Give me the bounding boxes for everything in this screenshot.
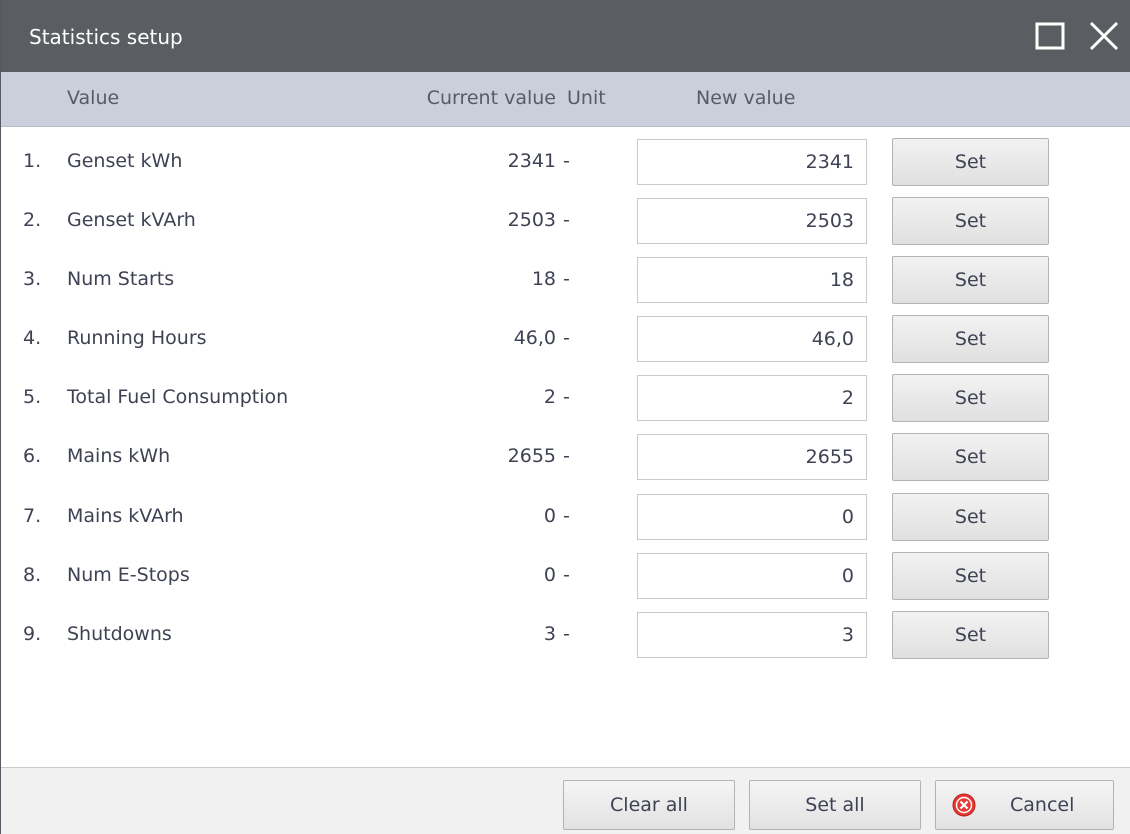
row-name: Total Fuel Consumption: [67, 386, 289, 409]
row-number: 7.: [23, 504, 42, 527]
header-new-value: New value: [696, 87, 796, 109]
row-unit: -: [563, 327, 570, 350]
new-value-input[interactable]: [637, 257, 867, 304]
clear-all-button[interactable]: Clear all: [563, 780, 735, 830]
maximize-icon[interactable]: [1033, 18, 1069, 54]
row-current-value: 18: [531, 268, 556, 291]
new-value-input[interactable]: [637, 139, 867, 185]
row-current-value: 0: [543, 504, 556, 527]
table-row: 5. Total Fuel Consumption 2 - Set: [1, 367, 1130, 426]
row-name: Shutdowns: [67, 622, 172, 645]
row-unit: -: [563, 445, 570, 468]
dialog-title: Statistics setup: [29, 25, 183, 49]
set-button[interactable]: Set: [892, 138, 1049, 186]
row-unit: -: [563, 268, 570, 291]
set-button[interactable]: Set: [892, 551, 1049, 600]
row-name: Running Hours: [67, 327, 207, 350]
new-value-input[interactable]: [637, 611, 867, 658]
set-button[interactable]: Set: [892, 256, 1049, 305]
new-value-input[interactable]: [637, 434, 867, 481]
row-current-value: 2503: [507, 209, 556, 232]
header-current-value: Current value: [426, 87, 556, 109]
table-row: 3. Num Starts 18 - Set: [1, 249, 1130, 308]
header-value: Value: [67, 87, 120, 109]
row-current-value: 0: [543, 563, 556, 586]
new-value-input[interactable]: [637, 316, 867, 363]
table-row: 6. Mains kWh 2655 - Set: [1, 426, 1130, 485]
row-number: 6.: [23, 445, 42, 468]
row-unit: -: [563, 563, 570, 586]
table-row: 7. Mains kVArh 0 - Set: [1, 486, 1130, 545]
row-number: 4.: [23, 327, 42, 350]
row-current-value: 2655: [507, 445, 556, 468]
set-button[interactable]: Set: [892, 315, 1049, 364]
row-current-value: 2341: [507, 150, 556, 172]
cancel-label: Cancel: [1010, 794, 1075, 816]
cancel-button[interactable]: Cancel: [935, 780, 1114, 830]
row-number: 3.: [23, 268, 42, 291]
table-row: 8. Num E-Stops 0 - Set: [1, 545, 1130, 604]
row-unit: -: [563, 150, 570, 172]
row-name: Num E-Stops: [67, 563, 190, 586]
row-name: Mains kVArh: [67, 504, 184, 527]
close-icon[interactable]: [1086, 18, 1122, 54]
row-number: 2.: [23, 209, 42, 232]
set-button[interactable]: Set: [892, 492, 1049, 541]
set-button[interactable]: Set: [892, 374, 1049, 423]
new-value-input[interactable]: [637, 552, 867, 599]
row-unit: -: [563, 622, 570, 645]
row-name: Genset kVArh: [67, 209, 196, 232]
table-row: 2. Genset kVArh 2503 - Set: [1, 190, 1130, 249]
statistics-list: 1. Genset kWh 2341 - Set 2. Genset kVArh…: [1, 131, 1130, 663]
new-value-input[interactable]: [637, 493, 867, 540]
set-all-button[interactable]: Set all: [749, 780, 921, 830]
row-name: Genset kWh: [67, 150, 183, 172]
row-number: 8.: [23, 563, 42, 586]
row-current-value: 46,0: [513, 327, 556, 350]
set-button[interactable]: Set: [892, 197, 1049, 246]
cancel-circle-icon: [952, 793, 976, 817]
title-bar: Statistics setup: [1, 0, 1130, 72]
row-unit: -: [563, 209, 570, 232]
row-number: 5.: [23, 386, 42, 409]
statistics-setup-dialog: Statistics setup Value Current value Uni…: [0, 0, 1130, 834]
dialog-footer: Clear all Set all Cancel: [1, 767, 1130, 834]
row-number: 9.: [23, 622, 42, 645]
table-row: 1. Genset kWh 2341 - Set: [1, 131, 1130, 190]
row-name: Num Starts: [67, 268, 175, 291]
row-current-value: 3: [543, 622, 556, 645]
new-value-input[interactable]: [637, 375, 867, 422]
set-button[interactable]: Set: [892, 610, 1049, 659]
row-current-value: 2: [543, 386, 556, 409]
row-number: 1.: [23, 150, 42, 172]
row-unit: -: [563, 386, 570, 409]
row-name: Mains kWh: [67, 445, 171, 468]
set-button[interactable]: Set: [892, 433, 1049, 482]
new-value-input[interactable]: [637, 198, 867, 245]
column-header: Value Current value Unit New value: [1, 72, 1130, 127]
header-unit: Unit: [567, 87, 606, 109]
table-row: 9. Shutdowns 3 - Set: [1, 604, 1130, 663]
table-row: 4. Running Hours 46,0 - Set: [1, 308, 1130, 367]
row-unit: -: [563, 504, 570, 527]
